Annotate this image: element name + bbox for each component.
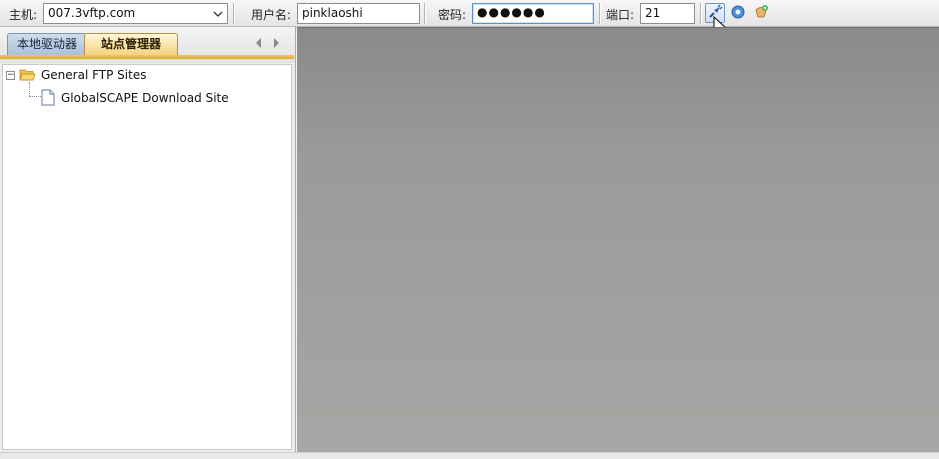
- tree-node-label: GlobalSCAPE Download Site: [61, 90, 229, 105]
- connection-toolbar: 主机: 007.3vftp.com 用户名: pinklaoshi 密码: ●●…: [0, 0, 939, 27]
- add-bookmark-button[interactable]: [751, 3, 771, 23]
- tree-node-label: General FTP Sites: [41, 68, 147, 82]
- site-manager-pane: 本地驱动器 站点管理器 − General FTP Sites GlobalSC…: [0, 27, 296, 452]
- tree-collapse-toggle[interactable]: −: [6, 71, 15, 80]
- folder-open-icon: [19, 68, 36, 82]
- chevron-right-icon[interactable]: [270, 35, 284, 51]
- site-tree: − General FTP Sites GlobalSCAPE Download…: [2, 64, 292, 450]
- toolbar-separator: [424, 3, 426, 24]
- port-input[interactable]: 21: [640, 3, 695, 24]
- pane-tab-strip: 本地驱动器 站点管理器: [0, 27, 295, 63]
- port-label: 端口:: [606, 8, 635, 22]
- globe-settings-icon: [730, 4, 746, 23]
- host-combobox[interactable]: 007.3vftp.com: [43, 3, 228, 24]
- tree-node-general-ftp-sites[interactable]: General FTP Sites: [19, 68, 146, 82]
- username-input[interactable]: pinklaoshi: [297, 3, 420, 24]
- bookmark-add-icon: [753, 4, 769, 23]
- status-bar: [0, 452, 939, 459]
- tab-local-drives[interactable]: 本地驱动器: [7, 33, 87, 56]
- chevron-left-icon[interactable]: [252, 35, 266, 51]
- document-icon: [41, 89, 55, 106]
- host-label: 主机:: [9, 8, 38, 22]
- password-value: ●●●●●●: [477, 5, 546, 19]
- host-value: 007.3vftp.com: [48, 6, 136, 20]
- tree-connector: [29, 82, 30, 96]
- username-label: 用户名:: [251, 8, 292, 22]
- toolbar-separator: [700, 3, 702, 24]
- tree-node-globalscape-download-site[interactable]: GlobalSCAPE Download Site: [41, 89, 229, 106]
- password-label: 密码:: [438, 8, 467, 22]
- chevron-down-icon[interactable]: [209, 4, 227, 23]
- toolbar-separator: [233, 3, 235, 24]
- password-input[interactable]: ●●●●●●: [472, 3, 594, 24]
- tab-site-manager[interactable]: 站点管理器: [84, 33, 178, 56]
- site-settings-button[interactable]: [728, 3, 748, 23]
- main-workspace-area: [297, 27, 939, 452]
- tree-connector: [29, 96, 41, 97]
- port-value: 21: [645, 6, 661, 20]
- active-tab-underline: [0, 55, 294, 59]
- username-value: pinklaoshi: [302, 6, 363, 20]
- toolbar-separator: [599, 3, 601, 24]
